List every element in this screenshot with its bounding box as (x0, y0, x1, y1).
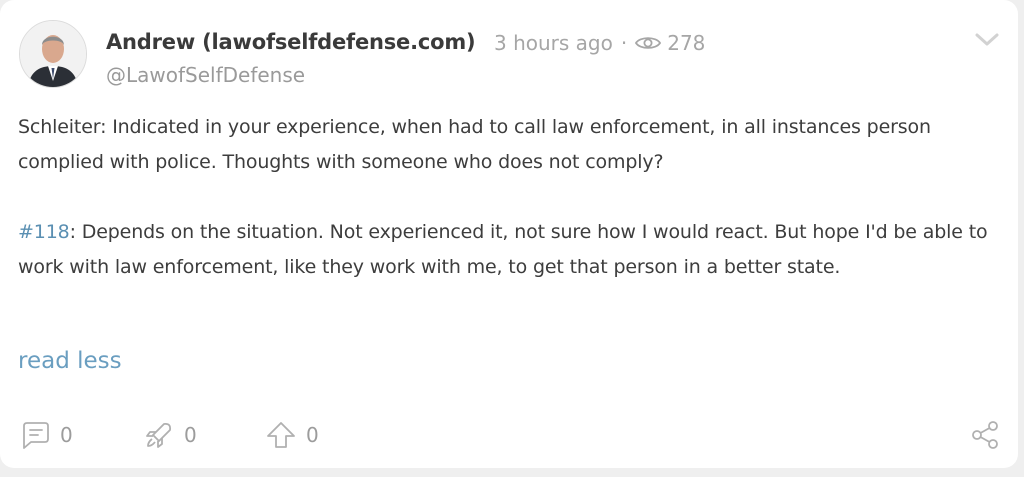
post-paragraph: #118: Depends on the situation. Not expe… (18, 215, 1003, 285)
repost-button[interactable]: 0 (144, 420, 197, 450)
upvote-count: 0 (306, 423, 319, 447)
read-less-link[interactable]: read less (18, 348, 122, 374)
repost-count: 0 (184, 423, 197, 447)
post-time: 3 hours ago (494, 31, 613, 55)
author-avatar[interactable] (19, 20, 87, 88)
meta-separator: · (620, 31, 628, 55)
hashtag-link[interactable]: #118 (18, 221, 70, 243)
post-paragraph-text: : Depends on the situation. Not experien… (18, 221, 988, 278)
rocket-icon (146, 422, 172, 448)
comment-icon (23, 422, 49, 449)
comment-count: 0 (60, 423, 73, 447)
author-name[interactable]: Andrew (lawofselfdefense.com) (106, 30, 476, 54)
comment-button[interactable]: 0 (20, 420, 73, 450)
eye-icon (635, 37, 662, 49)
share-icon[interactable] (970, 420, 1000, 450)
post-paragraph: Schleiter: Indicated in your experience,… (18, 116, 931, 173)
avatar-image (20, 21, 86, 87)
post-body: Schleiter: Indicated in your experience,… (18, 110, 1003, 285)
arrow-up-icon (267, 422, 295, 448)
post-card: Andrew (lawofselfdefense.com) 3 hours ag… (0, 0, 1018, 468)
author-handle[interactable]: @LawofSelfDefense (106, 63, 305, 87)
chevron-down-icon[interactable] (973, 31, 1001, 49)
post-meta: 3 hours ago · 278 (494, 31, 705, 55)
upvote-button[interactable]: 0 (266, 420, 319, 450)
view-count: 278 (667, 31, 706, 55)
